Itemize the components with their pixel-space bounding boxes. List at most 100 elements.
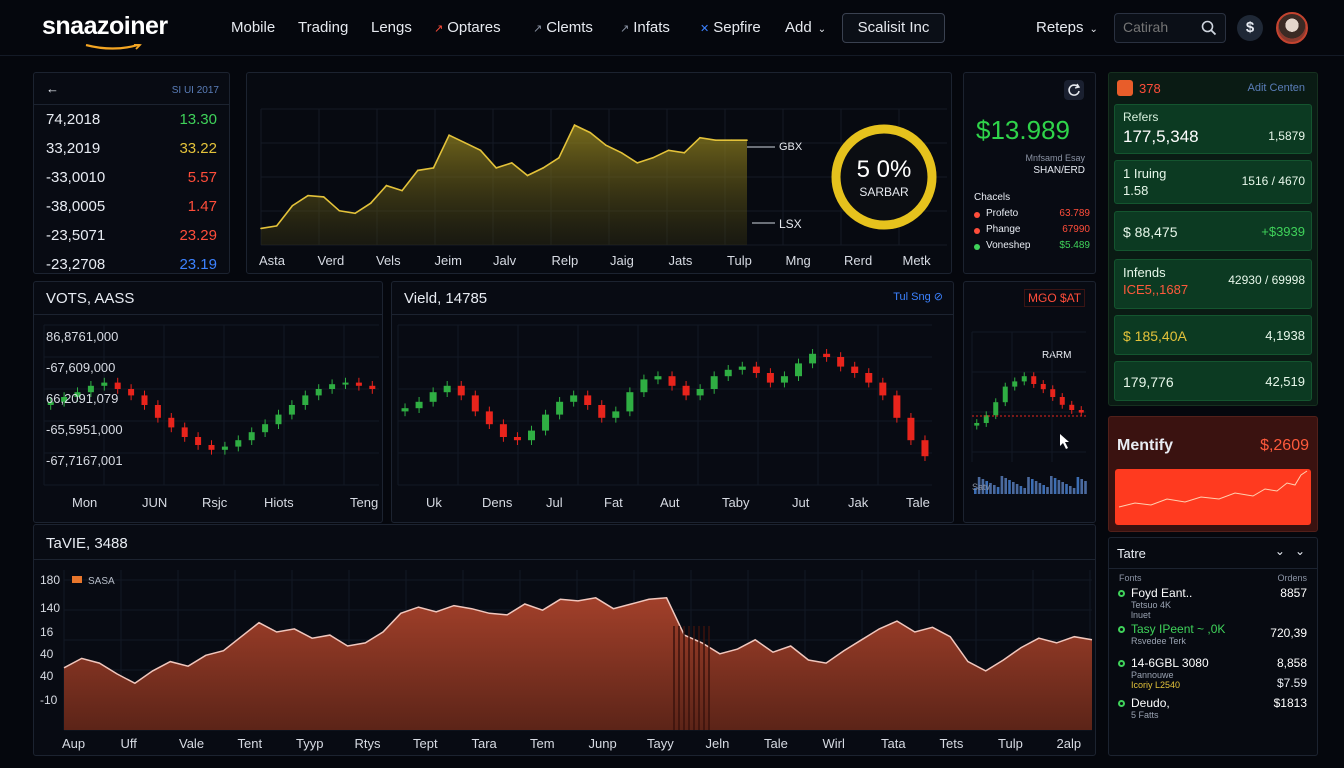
- nav-item-label: Mobile: [231, 19, 276, 36]
- order-row[interactable]: Deudo, 5 Fatts $1813: [1109, 696, 1317, 730]
- nav-item-label: Lengs: [371, 19, 412, 36]
- volume-bar: [1019, 486, 1023, 494]
- brand-logo[interactable]: snaazoiner: [42, 12, 168, 41]
- chevron-down-icon: ⌄: [1089, 24, 1098, 35]
- right-card-label: $ 88,475: [1123, 224, 1178, 240]
- search-input[interactable]: [1123, 19, 1193, 35]
- main-x-label: Tulp: [727, 253, 752, 268]
- right-card[interactable]: 179,776 42,519: [1114, 361, 1312, 401]
- vots-y-label: -67,7167,001: [46, 453, 123, 468]
- watchlist-value: 33.22: [179, 140, 217, 157]
- avatar[interactable]: [1276, 12, 1308, 44]
- vots-x-label: JUN: [142, 495, 167, 510]
- nav-item-lengs[interactable]: Lengs: [371, 19, 412, 36]
- balance-item-value: 63.789: [1059, 208, 1090, 219]
- main-chart-point: [448, 134, 450, 136]
- watchlist-symbol: -23,2708: [46, 256, 106, 273]
- main-chart-point: [636, 162, 639, 164]
- candle-body: [1050, 389, 1056, 397]
- legend-label: SASA: [88, 576, 115, 587]
- order-row[interactable]: Foyd Eant.. Tetsuo 4K lnuet 8857: [1109, 586, 1317, 620]
- watchlist-row[interactable]: -23,2708 23.19: [34, 254, 229, 280]
- nav-item-sepfire[interactable]: ✕ Sepfire: [700, 19, 761, 36]
- watchlist-symbol: -23,5071: [46, 227, 106, 244]
- order-sub: Pannouwe: [1131, 670, 1174, 680]
- right-card[interactable]: $ 88,475 +$3939: [1114, 211, 1312, 251]
- watchlist-row[interactable]: 33,2019 33.22: [34, 138, 229, 164]
- nav-item-label: Trading: [298, 19, 349, 36]
- candle-body: [101, 382, 108, 386]
- bottom-x-label: Junp: [589, 736, 617, 751]
- right-card[interactable]: 1 Iruing 1.58 1516 / 4670: [1114, 160, 1312, 204]
- company-button[interactable]: Scalisit Inc: [842, 13, 945, 43]
- right-card[interactable]: Refers 177,5,348 1,5879: [1114, 104, 1312, 154]
- mini-chart-tag[interactable]: MGO $AT: [1024, 289, 1086, 307]
- candle-body: [893, 395, 901, 418]
- main-x-label: Rerd: [844, 253, 872, 268]
- watchlist-row[interactable]: -23,5071 23.29: [34, 225, 229, 251]
- refresh-icon[interactable]: [1063, 79, 1085, 101]
- main-chart-point: [589, 131, 592, 134]
- chevron-down-icon[interactable]: ⌄: [1295, 544, 1305, 558]
- orders-side-value: $7.59: [1276, 676, 1307, 690]
- bottom-y-label: 40: [40, 647, 54, 661]
- main-chart-point: [511, 162, 513, 164]
- main-chart-panel: GBX LSX 5 0% SARBAR Asta Verd Vels Jeim Jalv…: [246, 72, 952, 274]
- vots-x-label: Rsjc: [202, 495, 228, 510]
- candle-body: [598, 405, 606, 418]
- candle-body: [724, 369, 732, 377]
- status-dot-icon: [974, 228, 980, 234]
- candle-body: [168, 417, 175, 428]
- candle-body: [499, 424, 507, 437]
- reports-dropdown[interactable]: Reteps ⌄: [1036, 19, 1098, 36]
- wallet-badge-button[interactable]: $: [1237, 15, 1263, 41]
- right-card[interactable]: $ 185,40A 4,1938: [1114, 315, 1312, 355]
- volume-bar: [1050, 476, 1053, 494]
- orders-collapse[interactable]: ⌄ ⌄: [1275, 544, 1305, 558]
- main-x-label: Jalv: [493, 253, 517, 268]
- right-card-side: 1,5879: [1268, 129, 1305, 143]
- status-dot-icon: [1118, 700, 1125, 707]
- candle-body: [993, 402, 999, 416]
- volume-bar: [1061, 482, 1064, 494]
- watchlist-row[interactable]: -33,0010 5.57: [34, 167, 229, 193]
- search-icon[interactable]: [1201, 20, 1217, 36]
- bottom-y-label: 140: [40, 601, 60, 615]
- back-arrow-icon[interactable]: ←: [46, 81, 59, 96]
- bottom-x-label: Tept: [413, 736, 438, 751]
- nav-item-trading[interactable]: Trading: [298, 19, 348, 36]
- watchlist-date: SI UI 2017: [171, 85, 219, 96]
- watchlist-row[interactable]: 74,2018 13.30: [34, 109, 229, 135]
- order-name: Tasy IPeent ~ ,0K: [1131, 622, 1226, 636]
- volume-bar: [1069, 486, 1072, 494]
- vield-toolbar[interactable]: Tul Sng ⊘: [893, 290, 943, 303]
- chevron-down-icon[interactable]: ⌄: [1275, 544, 1285, 558]
- candle-body: [612, 411, 620, 418]
- balance-item-value: 67990: [1062, 224, 1090, 235]
- watchlist-row[interactable]: -38,0005 1.47: [34, 196, 229, 222]
- settings-icon[interactable]: ⊘: [934, 291, 943, 303]
- bottom-x-label: Tayy: [647, 736, 674, 751]
- vield-x-label: Aut: [660, 495, 680, 510]
- watchlist-symbol: 33,2019: [46, 140, 101, 157]
- right-card[interactable]: Infends ICE5,,1687 42930 / 69998: [1114, 259, 1312, 309]
- notification-icon[interactable]: [1117, 80, 1133, 96]
- nav-item-mobile[interactable]: Mobile: [231, 19, 275, 36]
- nav-item-optares[interactable]: ↗ Optares: [434, 19, 501, 36]
- search-box[interactable]: [1114, 13, 1226, 43]
- volume-bar: [1046, 487, 1049, 494]
- main-x-label: Verd: [318, 253, 345, 268]
- order-row[interactable]: Tasy IPeent ~ ,0K Rsvedee Terk 720,39: [1109, 622, 1317, 656]
- volume-bar: [1042, 485, 1045, 494]
- nav-item-clemts[interactable]: ↗ Clemts: [533, 19, 593, 36]
- edit-content-link[interactable]: Adit Centen: [1248, 82, 1305, 94]
- right-card-label: 179,776: [1123, 374, 1174, 390]
- vield-x-label: Jak: [848, 495, 869, 510]
- top-nav: snaazoiner Mobile Trading Lengs ↗ Optares…: [0, 0, 1344, 56]
- order-sub: 5 Fatts: [1131, 710, 1159, 720]
- nav-item-infats[interactable]: ↗ Infats: [620, 19, 670, 36]
- balance-item: Voneshep $5.489: [974, 240, 1090, 254]
- nav-item-add[interactable]: Add ⌄: [785, 19, 826, 36]
- watchlist-value: 5.57: [187, 169, 217, 186]
- status-dot-icon: [1118, 590, 1125, 597]
